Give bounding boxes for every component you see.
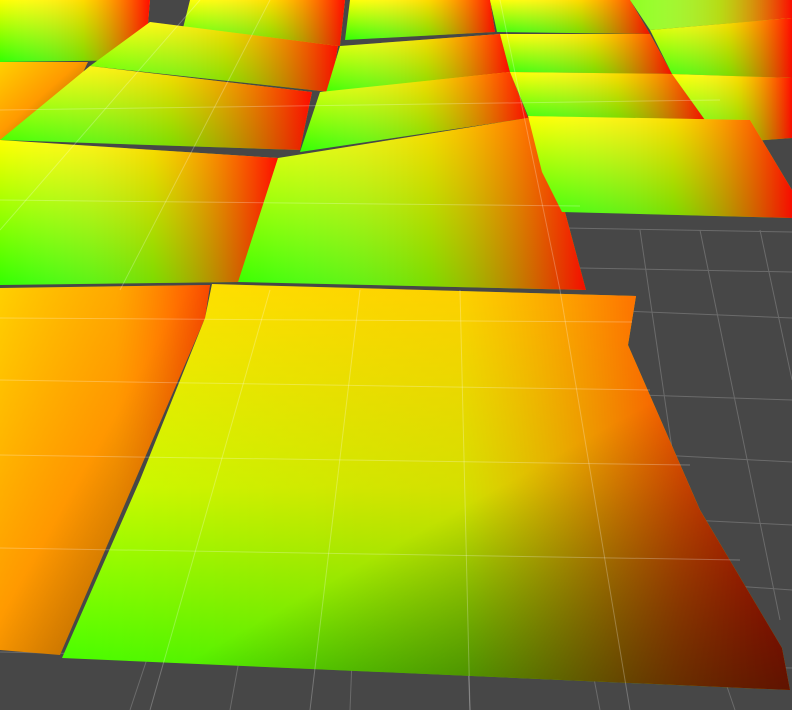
terrain-render-canvas[interactable] <box>0 0 792 710</box>
3d-viewport[interactable] <box>0 0 792 710</box>
